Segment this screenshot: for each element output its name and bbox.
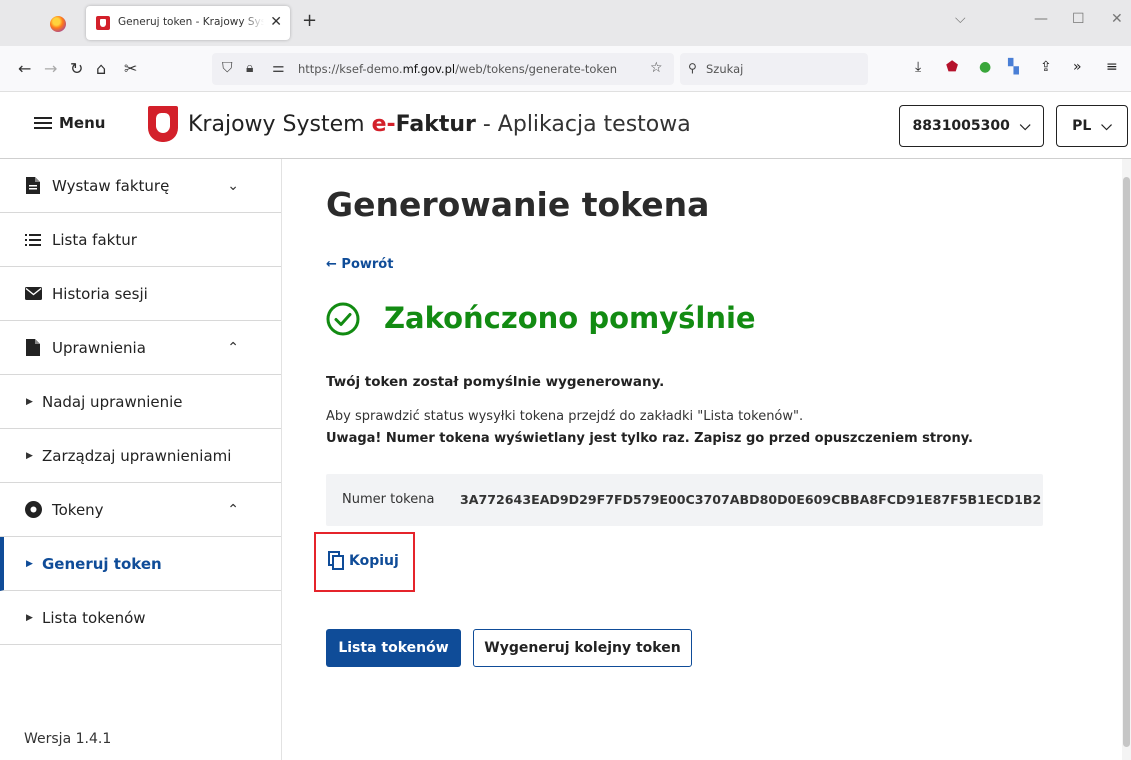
share-icon[interactable]: ⇪ <box>1040 59 1052 75</box>
polish-emblem-logo <box>148 106 178 142</box>
triangle-bullet-icon: ▶ <box>26 396 33 407</box>
search-placeholder: Szukaj <box>706 62 744 76</box>
chevron-down-icon: ⌄ <box>227 177 239 194</box>
triangle-bullet-icon: ▶ <box>26 558 33 569</box>
chevron-down-icon: ⌵ <box>1101 118 1112 134</box>
search-icon: ⚲ <box>688 61 697 75</box>
bookmark-star-icon[interactable]: ☆ <box>650 60 663 76</box>
chevron-up-icon: ⌃ <box>227 339 239 356</box>
nip-value: 8831005300 <box>912 118 1010 134</box>
status-hint: Aby sprawdzić status wysyłki tokena prze… <box>326 409 804 424</box>
token-circle-icon <box>24 501 42 519</box>
ublock-icon[interactable]: ⬟ <box>946 59 958 75</box>
downloads-icon[interactable]: ⤓ <box>915 59 921 75</box>
chevron-up-icon: ⌃ <box>227 501 239 518</box>
window-close-icon[interactable]: ✕ <box>1111 11 1123 27</box>
address-bar[interactable]: ⛉ 🔒︎ ⚌ https://ksef-demo.mf.gov.pl/web/t… <box>212 53 674 85</box>
token-value[interactable]: 3A772643EAD9D29F7FD579E00C3707ABD80D0E60… <box>460 492 1041 507</box>
home-icon[interactable]: ⌂ <box>96 59 106 78</box>
forward-arrow-icon[interactable]: → <box>44 59 57 78</box>
overflow-chevrons-icon[interactable]: » <box>1073 59 1082 75</box>
token-panel: Numer tokena 3A772643EAD9D29F7FD579E00C3… <box>326 474 1043 526</box>
firefox-icon[interactable] <box>50 16 66 32</box>
back-arrow-icon[interactable]: ← <box>18 59 31 78</box>
minimize-icon[interactable]: — <box>1034 11 1048 27</box>
tab-title: Generuj token - Krajowy System e-Faktur <box>118 16 264 28</box>
token-list-button[interactable]: Lista tokenów <box>326 629 461 667</box>
sidebar-item-historia-sesji[interactable]: Historia sesji <box>0 267 281 321</box>
app-menu-icon[interactable]: ≡ <box>1106 59 1118 75</box>
success-title: Zakończono pomyślnie <box>384 301 756 335</box>
copy-icon <box>328 551 344 570</box>
sidebar-item-lista-tokenow[interactable]: ▶ Lista tokenów <box>0 591 281 645</box>
list-icon <box>24 231 42 249</box>
token-label: Numer tokena <box>342 492 435 507</box>
site-favicon-icon <box>96 16 110 30</box>
maximize-icon[interactable]: ☐ <box>1072 11 1085 27</box>
lock-icon[interactable]: 🔒︎ <box>246 60 253 76</box>
menu-button[interactable]: Menu <box>34 114 105 132</box>
search-bar[interactable]: ⚲ Szukaj <box>680 53 868 85</box>
success-check-icon <box>326 302 360 336</box>
chevron-down-icon: ⌵ <box>1019 118 1031 134</box>
scrollbar-thumb[interactable] <box>1123 177 1130 747</box>
extension-green-icon[interactable]: ● <box>979 59 991 75</box>
sidebar-item-tokeny[interactable]: Tokeny ⌃ <box>0 483 281 537</box>
browser-toolbar: ← → ↻ ⌂ ✂ ⛉ 🔒︎ ⚌ https://ksef-demo.mf.go… <box>0 46 1131 92</box>
generate-another-token-button[interactable]: Wygeneruj kolejny token <box>473 629 692 667</box>
shield-icon[interactable]: ⛉ <box>222 60 233 76</box>
triangle-bullet-icon: ▶ <box>26 612 33 623</box>
reload-icon[interactable]: ↻ <box>70 59 83 78</box>
browser-tab-bar: Generuj token - Krajowy System e-Faktur … <box>0 0 1131 46</box>
sidebar-item-uprawnienia[interactable]: Uprawnienia ⌃ <box>0 321 281 375</box>
page-title: Generowanie tokena <box>326 185 710 224</box>
sidebar-item-lista-faktur[interactable]: Lista faktur <box>0 213 281 267</box>
menu-label: Menu <box>59 114 106 132</box>
warning-text: Uwaga! Numer tokena wyświetlany jest tyl… <box>326 431 973 446</box>
nip-select[interactable]: 8831005300 ⌵ <box>899 105 1044 147</box>
translate-icon[interactable]: ▚ <box>1008 59 1019 75</box>
page-scrollbar[interactable] <box>1122 159 1131 760</box>
app-brand: Krajowy System e-Faktur - Aplikacja test… <box>188 112 691 137</box>
url-text[interactable]: https://ksef-demo.mf.gov.pl/web/tokens/g… <box>298 62 617 76</box>
sidebar-item-wystaw-fakture[interactable]: Wystaw fakturę ⌄ <box>0 159 281 213</box>
permissions-icon[interactable]: ⚌ <box>272 60 285 76</box>
new-tab-button[interactable]: + <box>302 10 317 31</box>
tab-list-chevron-icon[interactable]: ⌵ <box>955 11 966 27</box>
file-icon <box>24 339 42 357</box>
back-link[interactable]: ← Powrót <box>326 257 393 272</box>
language-value: PL <box>1072 118 1092 134</box>
main-content: Generowanie tokena ← Powrót Zakończono p… <box>282 159 1122 760</box>
sidebar-item-generuj-token[interactable]: ▶ Generuj token <box>0 537 281 591</box>
hamburger-icon <box>34 117 52 129</box>
sidebar-item-zarzadzaj-uprawnieniami[interactable]: ▶ Zarządzaj uprawnieniami <box>0 429 281 483</box>
tab-close-icon[interactable]: ✕ <box>270 14 282 30</box>
copy-label: Kopiuj <box>349 552 399 569</box>
sidebar-item-nadaj-uprawnienie[interactable]: ▶ Nadaj uprawnienie <box>0 375 281 429</box>
success-message: Twój token został pomyślnie wygenerowany… <box>326 374 665 390</box>
browser-tab[interactable]: Generuj token - Krajowy System e-Faktur … <box>86 6 290 40</box>
app-header: Menu Krajowy System e-Faktur - Aplikacja… <box>0 92 1131 159</box>
sidebar: Wystaw fakturę ⌄ Lista faktur Historia s… <box>0 159 282 760</box>
copy-button[interactable]: Kopiuj <box>328 551 399 570</box>
triangle-bullet-icon: ▶ <box>26 450 33 461</box>
envelope-icon <box>24 285 42 303</box>
document-icon <box>24 177 42 195</box>
language-select[interactable]: PL ⌵ <box>1056 105 1128 147</box>
extension-puzzle-icon[interactable]: ✂ <box>124 59 137 78</box>
app-version: Wersja 1.4.1 <box>24 731 112 747</box>
